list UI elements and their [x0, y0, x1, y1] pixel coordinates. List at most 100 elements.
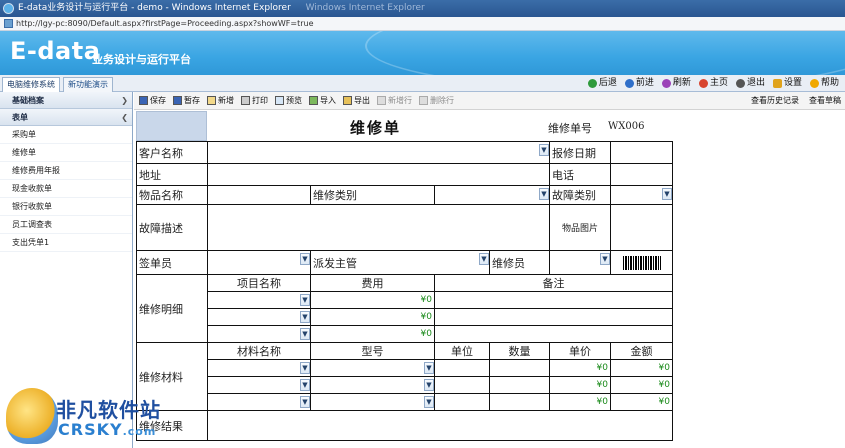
print-button[interactable]: 打印 — [241, 95, 268, 106]
watermark-en-suffix: .com — [122, 425, 157, 438]
chevron-down-icon: ▼ — [539, 144, 549, 156]
detail-col-item: 项目名称 — [207, 274, 311, 292]
logout-link[interactable]: 退出 — [735, 76, 765, 91]
detail-note[interactable] — [434, 325, 673, 343]
detail-note[interactable] — [434, 291, 673, 309]
result-field[interactable] — [207, 410, 673, 441]
new-button[interactable]: 新增 — [207, 95, 234, 106]
detail-note[interactable] — [434, 308, 673, 326]
signer-select[interactable]: ▼ — [207, 250, 311, 275]
sidebar-item-survey[interactable]: 员工调查表 — [0, 216, 132, 234]
material-amount: ¥0 — [610, 376, 673, 394]
address-url[interactable]: http://lgy-pc:8090/Default.aspx?firstPag… — [16, 19, 313, 28]
form-title: 维修单 — [350, 119, 402, 137]
repairer-label-cell: 维修员 — [489, 250, 550, 275]
material-col-price: 单价 — [549, 342, 611, 360]
material-unit[interactable] — [434, 376, 490, 394]
add-row-icon — [377, 96, 386, 105]
watermark-en: CRSKY.com — [58, 420, 156, 439]
fault-desc-field[interactable] — [207, 204, 550, 251]
address-field[interactable] — [207, 163, 550, 186]
preview-button[interactable]: 预览 — [275, 95, 302, 106]
draft-button[interactable]: 暂存 — [173, 95, 200, 106]
material-col-qty: 数量 — [489, 342, 550, 360]
watermark-cn: 非凡软件站 — [56, 398, 161, 422]
form-area: 维修单 维修单号 WX006 客户名称 ▼ 报修日期 地址 电话 物品名称 维修… — [134, 110, 845, 448]
material-qty[interactable] — [489, 393, 550, 411]
history-link[interactable]: 查看历史记录 — [751, 92, 799, 110]
sidebar-item-repair[interactable]: 维修单 — [0, 144, 132, 162]
material-col-model: 型号 — [310, 342, 435, 360]
material-qty[interactable] — [489, 376, 550, 394]
detail-fee[interactable]: ¥0 — [310, 308, 435, 326]
chevron-down-icon: ▼ — [300, 362, 310, 374]
tab-new-features[interactable]: 新功能演示 — [63, 77, 113, 92]
material-unit[interactable] — [434, 359, 490, 377]
delete-row-button[interactable]: 删除行 — [419, 95, 454, 106]
material-unit[interactable] — [434, 393, 490, 411]
detail-item-select[interactable]: ▼ — [207, 308, 311, 326]
back-icon — [587, 79, 597, 88]
sidebar-item-bank-receipt[interactable]: 银行收款单 — [0, 198, 132, 216]
export-button[interactable]: 导出 — [343, 95, 370, 106]
toolbar-right-links: 查看历史记录 查看草稿 — [751, 92, 841, 110]
material-col-unit: 单位 — [434, 342, 490, 360]
address-bar[interactable]: http://lgy-pc:8090/Default.aspx?firstPag… — [0, 17, 845, 31]
form-number-value: WX006 — [608, 121, 645, 132]
chevron-down-icon: ▼ — [300, 379, 310, 391]
tab-repair-system[interactable]: 电脑维修系统 — [2, 77, 60, 92]
add-row-button[interactable]: 新增行 — [377, 95, 412, 106]
repair-type-select[interactable]: ▼ — [434, 185, 550, 205]
chevron-down-icon: ▼ — [424, 362, 434, 374]
sidebar-section-basic[interactable]: 基础档案 ❯ — [0, 92, 132, 109]
item-image-slot[interactable] — [610, 204, 673, 251]
signer-label: 签单员 — [136, 250, 208, 275]
save-button[interactable]: 保存 — [139, 95, 166, 106]
home-link[interactable]: 主页 — [698, 76, 728, 91]
import-button[interactable]: 导入 — [309, 95, 336, 106]
material-model-select[interactable]: ▼ — [310, 376, 435, 394]
import-icon — [309, 96, 318, 105]
drafts-link[interactable]: 查看草稿 — [809, 92, 841, 110]
help-link[interactable]: 帮助 — [809, 76, 839, 91]
phone-field[interactable] — [610, 163, 673, 186]
back-link[interactable]: 后退 — [587, 76, 617, 91]
report-date-field[interactable] — [610, 141, 673, 164]
chevron-down-icon: ▼ — [662, 188, 672, 200]
repair-type-label: 维修类别 — [310, 185, 435, 205]
refresh-link[interactable]: 刷新 — [661, 76, 691, 91]
chevron-up-icon: ❮ — [121, 113, 128, 122]
settings-link[interactable]: 设置 — [772, 76, 802, 91]
material-price[interactable]: ¥0 — [549, 393, 611, 411]
page-icon — [4, 19, 13, 28]
chevron-down-icon: ▼ — [300, 328, 310, 340]
sidebar-item-expense[interactable]: 支出凭单1 — [0, 234, 132, 252]
material-price[interactable]: ¥0 — [549, 359, 611, 377]
material-col-amount: 金额 — [610, 342, 673, 360]
delete-row-icon — [419, 96, 428, 105]
material-qty[interactable] — [489, 359, 550, 377]
material-model-select[interactable]: ▼ — [310, 359, 435, 377]
report-date-label: 报修日期 — [549, 141, 611, 164]
detail-item-select[interactable]: ▼ — [207, 325, 311, 343]
sidebar-item-purchase[interactable]: 采购单 — [0, 126, 132, 144]
material-name-select[interactable]: ▼ — [207, 376, 311, 394]
material-name-select[interactable]: ▼ — [207, 393, 311, 411]
sidebar-item-cash-receipt[interactable]: 现金收款单 — [0, 180, 132, 198]
detail-item-select[interactable]: ▼ — [207, 291, 311, 309]
detail-fee[interactable]: ¥0 — [310, 291, 435, 309]
item-name-field[interactable] — [207, 185, 311, 205]
sidebar-section-forms[interactable]: 表单 ❮ — [0, 109, 132, 126]
material-price[interactable]: ¥0 — [549, 376, 611, 394]
fault-type-select[interactable]: ▼ — [610, 185, 673, 205]
form-number-label: 维修单号 — [548, 122, 592, 135]
forward-link[interactable]: 前进 — [624, 76, 654, 91]
customer-select[interactable]: ▼ — [207, 141, 550, 164]
material-name-select[interactable]: ▼ — [207, 359, 311, 377]
detail-fee[interactable]: ¥0 — [310, 325, 435, 343]
material-model-select[interactable]: ▼ — [310, 393, 435, 411]
dispatcher-cell[interactable]: 派发主管 ▼ — [310, 250, 490, 275]
sidebar-item-repair-report[interactable]: 维修费用年报 — [0, 162, 132, 180]
repairer-select[interactable]: ▼ — [549, 250, 611, 275]
barcode-image — [622, 255, 661, 270]
